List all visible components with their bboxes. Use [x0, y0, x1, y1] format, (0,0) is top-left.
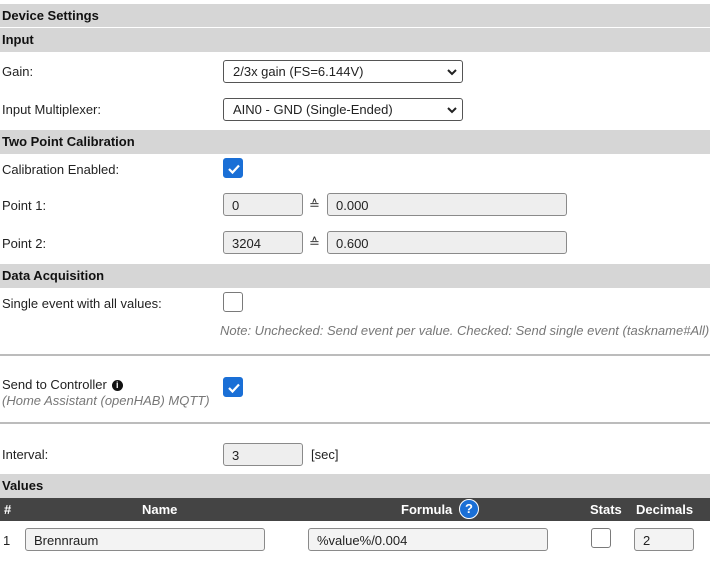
gain-select-value: 2/3x gain (FS=6.144V): [233, 64, 364, 79]
info-icon[interactable]: i: [111, 380, 123, 391]
input-multiplexer-select[interactable]: AIN0 - GND (Single-Ended): [223, 98, 463, 121]
calibration-enabled-checkbox[interactable]: [223, 158, 243, 178]
gain-label: Gain:: [2, 64, 34, 79]
formula-help-icon[interactable]: ?: [459, 499, 479, 519]
send-to-controller-checkbox[interactable]: [223, 377, 243, 397]
chevron-down-icon: [447, 107, 457, 114]
single-event-checkbox[interactable]: [223, 292, 243, 312]
point1-label: Point 1:: [2, 198, 47, 213]
values-section-header: Values: [0, 474, 710, 498]
column-decimals: Decimals: [636, 502, 694, 517]
value-name-input[interactable]: Brennraum: [25, 528, 265, 551]
single-event-label: Single event with all values:: [2, 296, 162, 311]
controller-subtitle: (Home Assistant (openHAB) MQTT): [2, 393, 210, 408]
calibration-section-header: Two Point Calibration: [0, 130, 710, 154]
value-decimals-input[interactable]: 2: [634, 528, 694, 551]
chevron-down-icon: [447, 69, 457, 76]
device-settings-header: Device Settings: [0, 4, 710, 27]
column-index: #: [4, 502, 12, 517]
column-formula: Formula: [401, 502, 453, 517]
value-stats-checkbox[interactable]: [591, 528, 611, 548]
interval-label: Interval:: [2, 447, 49, 462]
column-name: Name: [142, 502, 178, 517]
send-to-controller-text: Send to Controller: [2, 377, 107, 392]
checkmark-icon: [228, 164, 240, 175]
row-index: 1: [3, 533, 11, 548]
point1-raw-input[interactable]: 0: [223, 193, 303, 216]
input-multiplexer-label: Input Multiplexer:: [2, 102, 101, 117]
point2-value-input[interactable]: 0.600: [327, 231, 567, 254]
input-multiplexer-select-value: AIN0 - GND (Single-Ended): [233, 102, 393, 117]
send-to-controller-label: Send to Controller i: [2, 377, 123, 392]
point2-label: Point 2:: [2, 236, 47, 251]
single-event-note: Note: Unchecked: Send event per value. C…: [220, 323, 710, 338]
input-section-header: Input: [0, 28, 710, 52]
value-formula-input[interactable]: %value%/0.004: [308, 528, 548, 551]
divider: [0, 422, 710, 424]
calibration-enabled-label: Calibration Enabled:: [2, 162, 120, 177]
checkmark-icon: [228, 383, 240, 394]
divider: [0, 354, 710, 356]
point2-raw-input[interactable]: 3204: [223, 231, 303, 254]
corresponds-symbol: ≙: [309, 197, 320, 212]
interval-unit: [sec]: [311, 447, 339, 462]
gain-select[interactable]: 2/3x gain (FS=6.144V): [223, 60, 463, 83]
column-stats: Stats: [590, 502, 622, 517]
point1-value-input[interactable]: 0.000: [327, 193, 567, 216]
acquisition-section-header: Data Acquisition: [0, 264, 710, 288]
values-table-header: # Name Formula ? Stats Decimals: [0, 498, 710, 521]
corresponds-symbol: ≙: [309, 235, 320, 250]
interval-input[interactable]: 3: [223, 443, 303, 466]
